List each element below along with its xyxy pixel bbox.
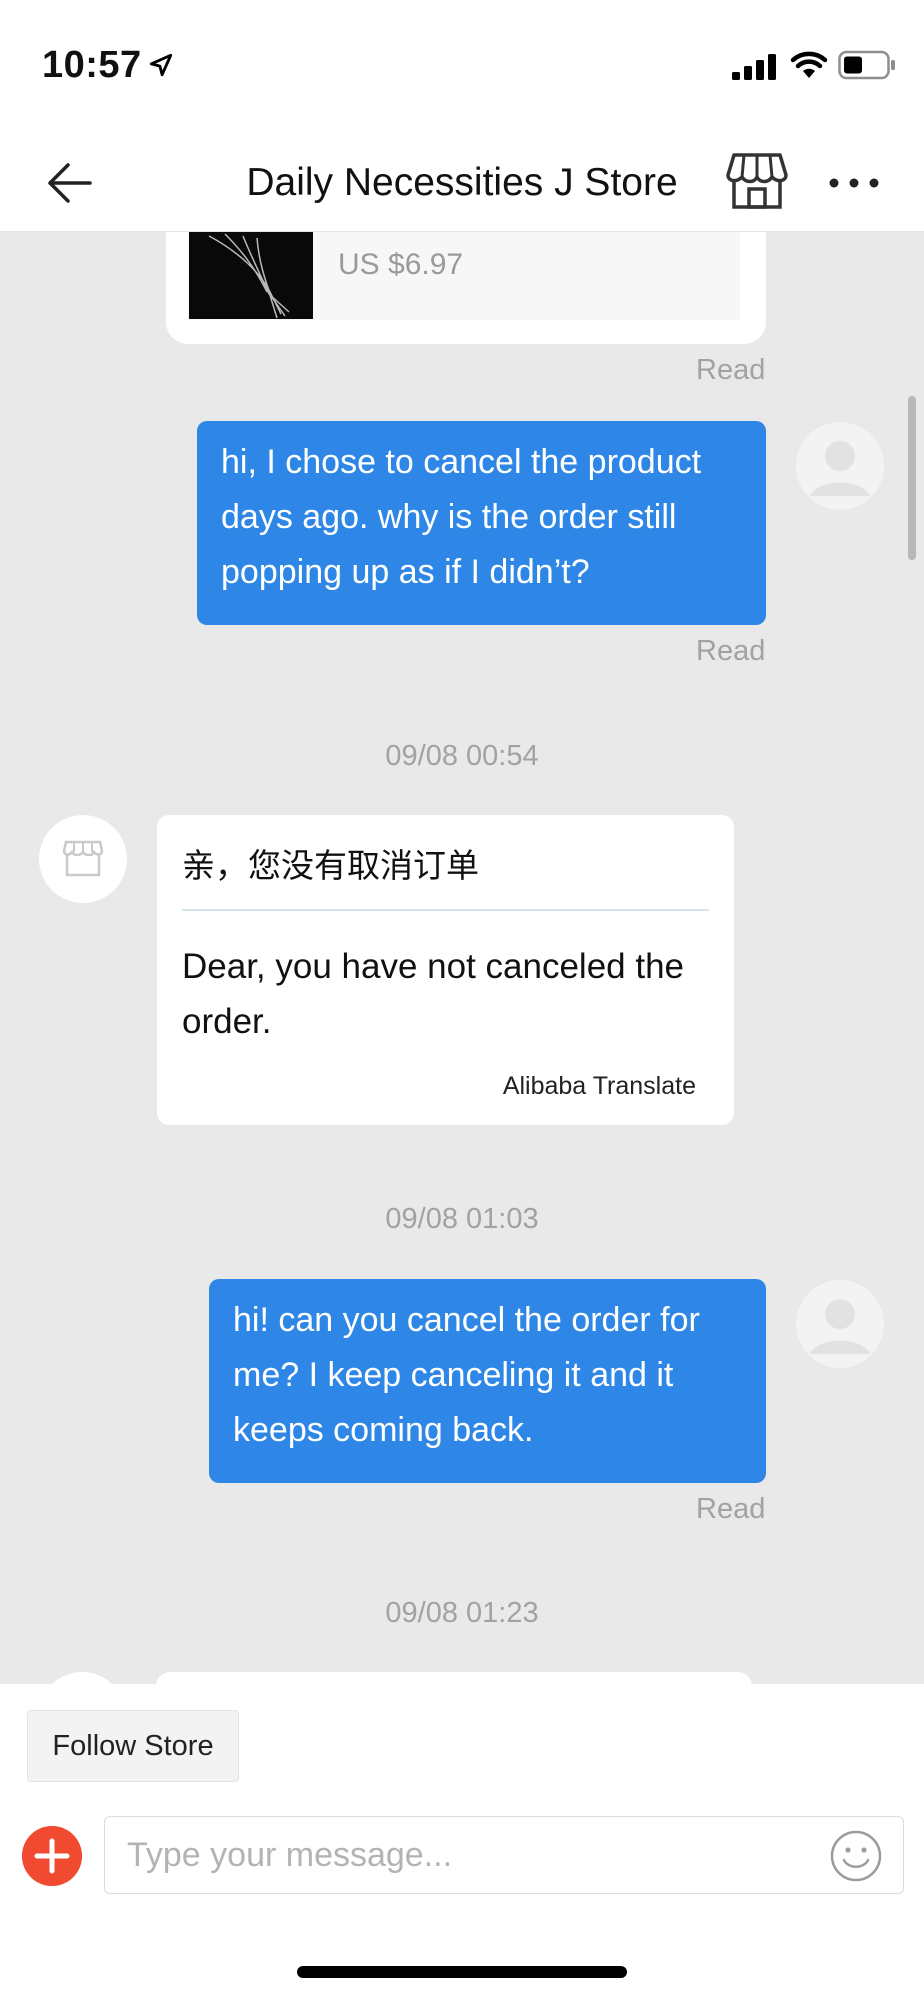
message-timestamp: 09/08 01:03 [385, 1203, 539, 1235]
read-receipt: Read [696, 1493, 766, 1525]
product-price: US $6.97 [338, 248, 464, 281]
store-avatar-icon [62, 840, 104, 877]
message-text: hi! can you cancel the order for me? I k… [233, 1301, 700, 1449]
signal-icon [732, 54, 776, 80]
battery-icon [838, 50, 895, 80]
message-timestamp: 09/08 01:23 [385, 1597, 539, 1629]
scrollbar[interactable] [908, 396, 916, 560]
wifi-icon [790, 51, 828, 78]
read-receipt: Read [696, 635, 766, 667]
store-icon[interactable] [726, 151, 788, 211]
read-receipt: Read [696, 354, 766, 386]
plus-icon[interactable] [22, 1826, 82, 1886]
emoji-icon[interactable] [829, 1829, 883, 1883]
user-avatar-icon [810, 1299, 870, 1354]
chat-area[interactable]: US $6.97 Read hi, I chose to cancel the … [0, 232, 924, 1684]
message-timestamp: 09/08 00:54 [385, 740, 539, 772]
incoming-message-bubble[interactable] [156, 1672, 752, 1684]
product-thumbnail[interactable] [189, 232, 313, 319]
original-message-text: 亲，您没有取消订单 [182, 846, 479, 885]
follow-store-button[interactable]: Follow Store [27, 1710, 239, 1782]
translated-message-text: Dear, you have not canceled the order. [182, 947, 685, 1041]
store-avatar[interactable] [39, 815, 127, 903]
message-input[interactable] [127, 1817, 807, 1893]
page-title: Daily Necessities J Store [246, 161, 678, 204]
location-arrow-icon [149, 53, 173, 77]
status-bar: 10:57 [0, 0, 924, 135]
message-text: hi, I chose to cancel the product days a… [221, 443, 702, 591]
outgoing-message-bubble[interactable]: hi! can you cancel the order for me? I k… [209, 1279, 766, 1483]
incoming-message-bubble[interactable]: 亲，您没有取消订单 Dear, you have not canceled th… [157, 815, 734, 1125]
status-time: 10:57 [42, 44, 142, 86]
translation-source-label: Alibaba Translate [502, 1072, 696, 1100]
user-avatar[interactable] [796, 1280, 884, 1368]
outgoing-message-bubble[interactable]: hi, I chose to cancel the product days a… [197, 421, 766, 625]
translation-divider [182, 909, 709, 911]
user-avatar[interactable] [796, 422, 884, 510]
back-arrow-icon[interactable] [40, 153, 100, 213]
more-dots-icon[interactable] [826, 159, 882, 207]
message-input-box[interactable] [104, 1816, 904, 1894]
message-composer: Follow Store [0, 1684, 924, 2000]
store-avatar[interactable] [38, 1672, 126, 1684]
home-indicator[interactable] [297, 1966, 627, 1978]
nav-bar: Daily Necessities J Store [0, 135, 924, 232]
user-avatar-icon [810, 441, 870, 496]
